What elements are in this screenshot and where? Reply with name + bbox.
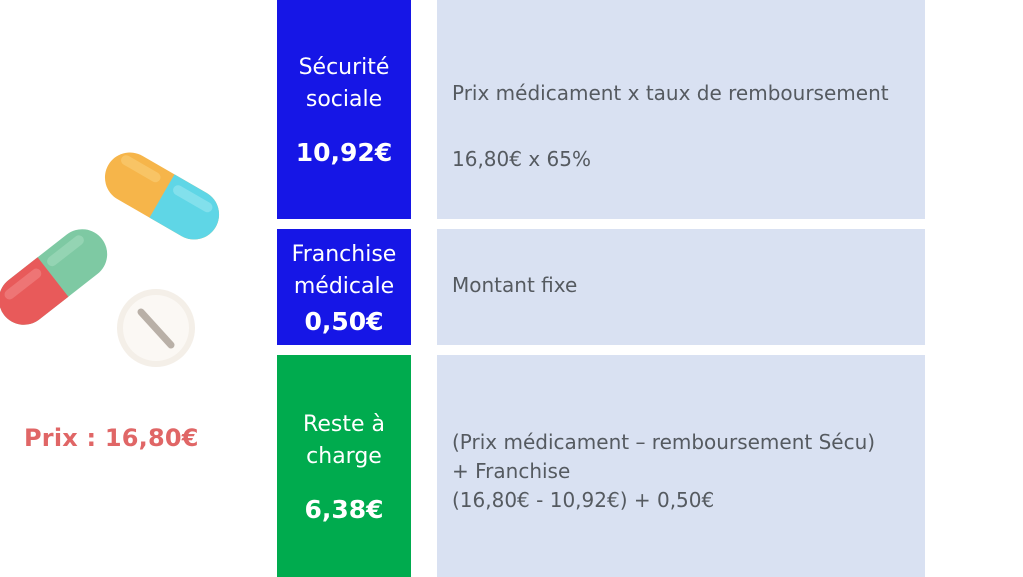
explanation-line: + Franchise — [452, 459, 571, 483]
securite-sociale-explanation: Prix médicament x taux de remboursement … — [437, 0, 925, 219]
explanation-line: 16,80€ x 65% — [452, 147, 591, 171]
pills-illustration — [0, 140, 240, 380]
reste-a-charge-box: Reste à charge 6,38€ — [277, 355, 411, 577]
explanation-line: (16,80€ - 10,92€) + 0,50€ — [452, 488, 715, 512]
box-label-line: Sécurité — [298, 55, 390, 80]
box-amount: 6,38€ — [304, 494, 384, 524]
explanation-line: (Prix médicament – remboursement Sécu) — [452, 430, 876, 454]
pill-capsule-icon — [0, 229, 108, 325]
pill-tablet-icon — [117, 289, 195, 367]
price-label: Prix : 16,80€ — [24, 424, 199, 452]
franchise-medicale-box: Franchise médicale 0,50€ — [277, 229, 411, 345]
box-label-line: Reste à — [303, 411, 385, 437]
box-amount: 0,50€ — [304, 306, 384, 336]
reste-a-charge-explanation: (Prix médicament – remboursement Sécu) +… — [437, 355, 925, 577]
explanation-line: Prix médicament x taux de remboursement — [452, 81, 889, 105]
box-label-line: charge — [306, 443, 382, 469]
box-amount: 10,92€ — [295, 138, 393, 167]
box-label-line: Franchise — [291, 241, 397, 267]
box-label-line: médicale — [293, 273, 395, 299]
box-label-line: sociale — [305, 87, 383, 112]
explanation-text: (Prix médicament – remboursement Sécu) +… — [452, 428, 875, 515]
explanation-line: Montant fixe — [452, 273, 578, 297]
pill-capsule-icon — [104, 152, 220, 240]
franchise-medicale-explanation: Montant fixe — [437, 229, 925, 345]
securite-sociale-box: Sécurité sociale 10,92€ — [277, 0, 411, 219]
